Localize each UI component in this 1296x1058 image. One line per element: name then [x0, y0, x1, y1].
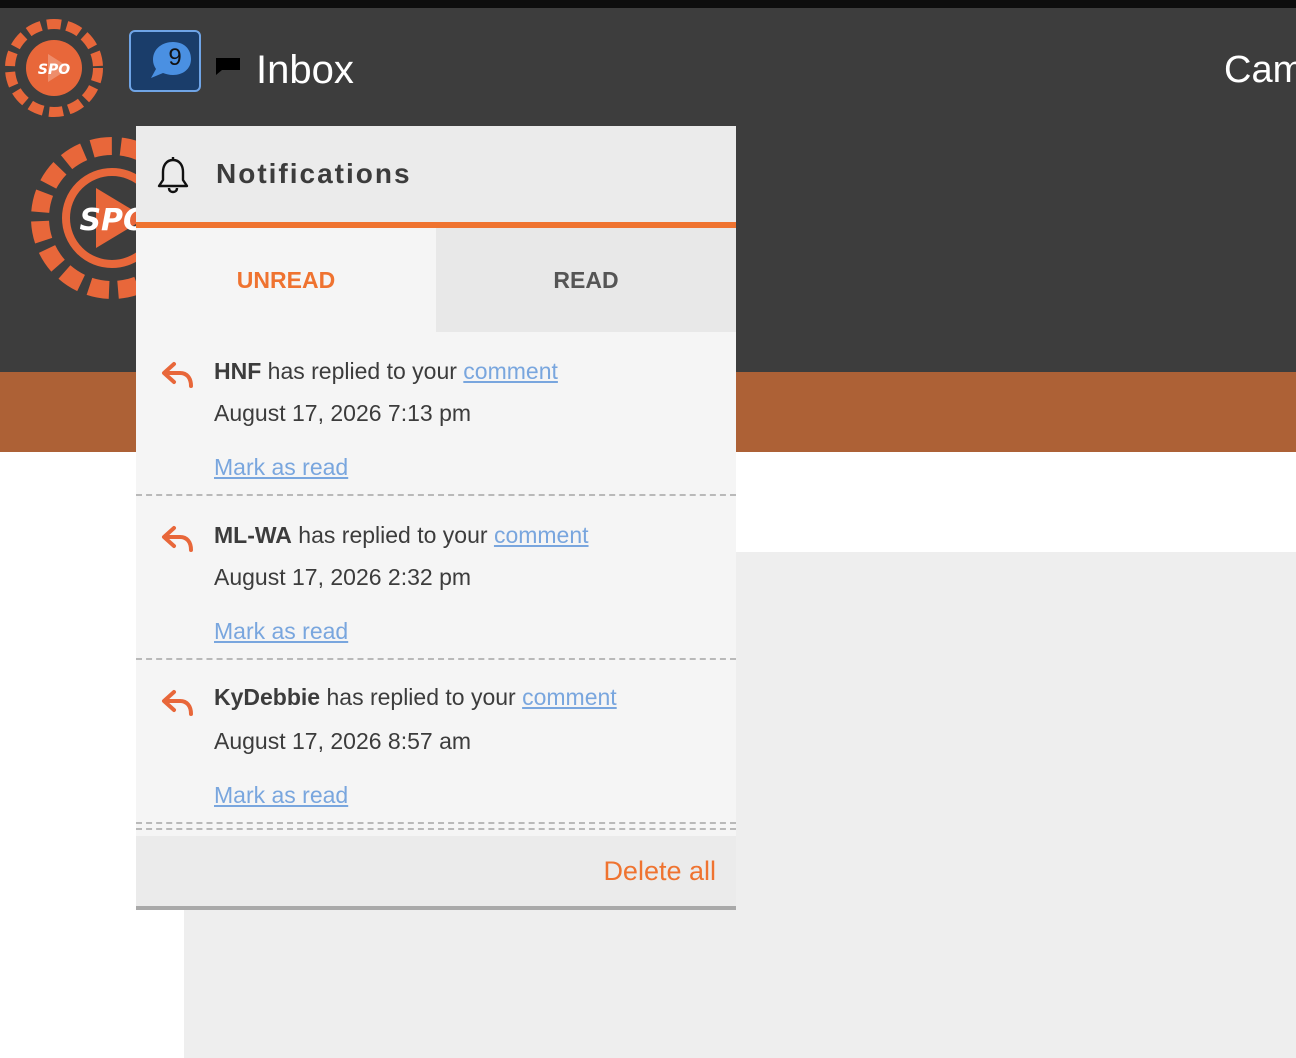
notifications-footer: Delete all	[136, 836, 736, 910]
mark-as-read-link[interactable]: Mark as read	[214, 780, 348, 810]
inbox-button[interactable]: 9	[129, 30, 201, 92]
notifications-panel: Notifications UNREAD READ HNF has replie…	[136, 126, 736, 910]
notification-message: has replied to your	[320, 684, 523, 710]
nav-link-partial[interactable]: Cam	[1224, 46, 1296, 94]
notification-time: August 17, 2026 7:13 pm	[214, 400, 472, 426]
reply-arrow-icon	[162, 690, 193, 716]
notification-item: KyDebbie has replied to your comment Aug…	[136, 660, 736, 824]
flag-icon	[216, 58, 240, 75]
item-divider	[136, 822, 736, 824]
inbox-label[interactable]: Inbox	[256, 46, 354, 94]
delete-all-button[interactable]: Delete all	[603, 854, 716, 888]
notification-message: has replied to your	[291, 522, 494, 548]
comment-link[interactable]: comment	[463, 358, 558, 384]
notifications-header: Notifications	[136, 126, 736, 228]
notification-text: ML-WA has replied to your comment	[214, 520, 589, 550]
list-end-divider	[136, 828, 736, 830]
notification-text: KyDebbie has replied to your comment	[214, 682, 617, 712]
unread-count-badge: 9	[168, 44, 182, 71]
comment-link[interactable]: comment	[522, 684, 617, 710]
notification-user: ML-WA	[214, 522, 292, 548]
top-border	[0, 0, 1296, 8]
notification-time: August 17, 2026 8:57 am	[214, 728, 472, 754]
panel-title: Notifications	[216, 158, 412, 189]
notification-item: HNF has replied to your comment August 1…	[136, 332, 736, 496]
notification-user: KyDebbie	[214, 684, 321, 710]
comment-link[interactable]: comment	[494, 522, 589, 548]
reply-arrow-icon	[162, 526, 193, 552]
notification-user: HNF	[214, 358, 262, 384]
tab-read[interactable]: READ	[436, 228, 736, 332]
logo-text: SPO	[38, 62, 70, 78]
bell-icon	[157, 157, 189, 194]
notification-time: August 17, 2026 2:32 pm	[214, 564, 472, 590]
notification-text: HNF has replied to your comment	[214, 356, 558, 386]
notification-item: ML-WA has replied to your comment August…	[136, 496, 736, 660]
tab-unread[interactable]: UNREAD	[136, 228, 436, 332]
mark-as-read-link[interactable]: Mark as read	[214, 452, 348, 482]
mark-as-read-link[interactable]: Mark as read	[214, 616, 348, 646]
notification-message: has replied to your	[261, 358, 464, 384]
reply-arrow-icon	[162, 362, 193, 388]
site-logo[interactable]: SPO	[4, 18, 104, 118]
